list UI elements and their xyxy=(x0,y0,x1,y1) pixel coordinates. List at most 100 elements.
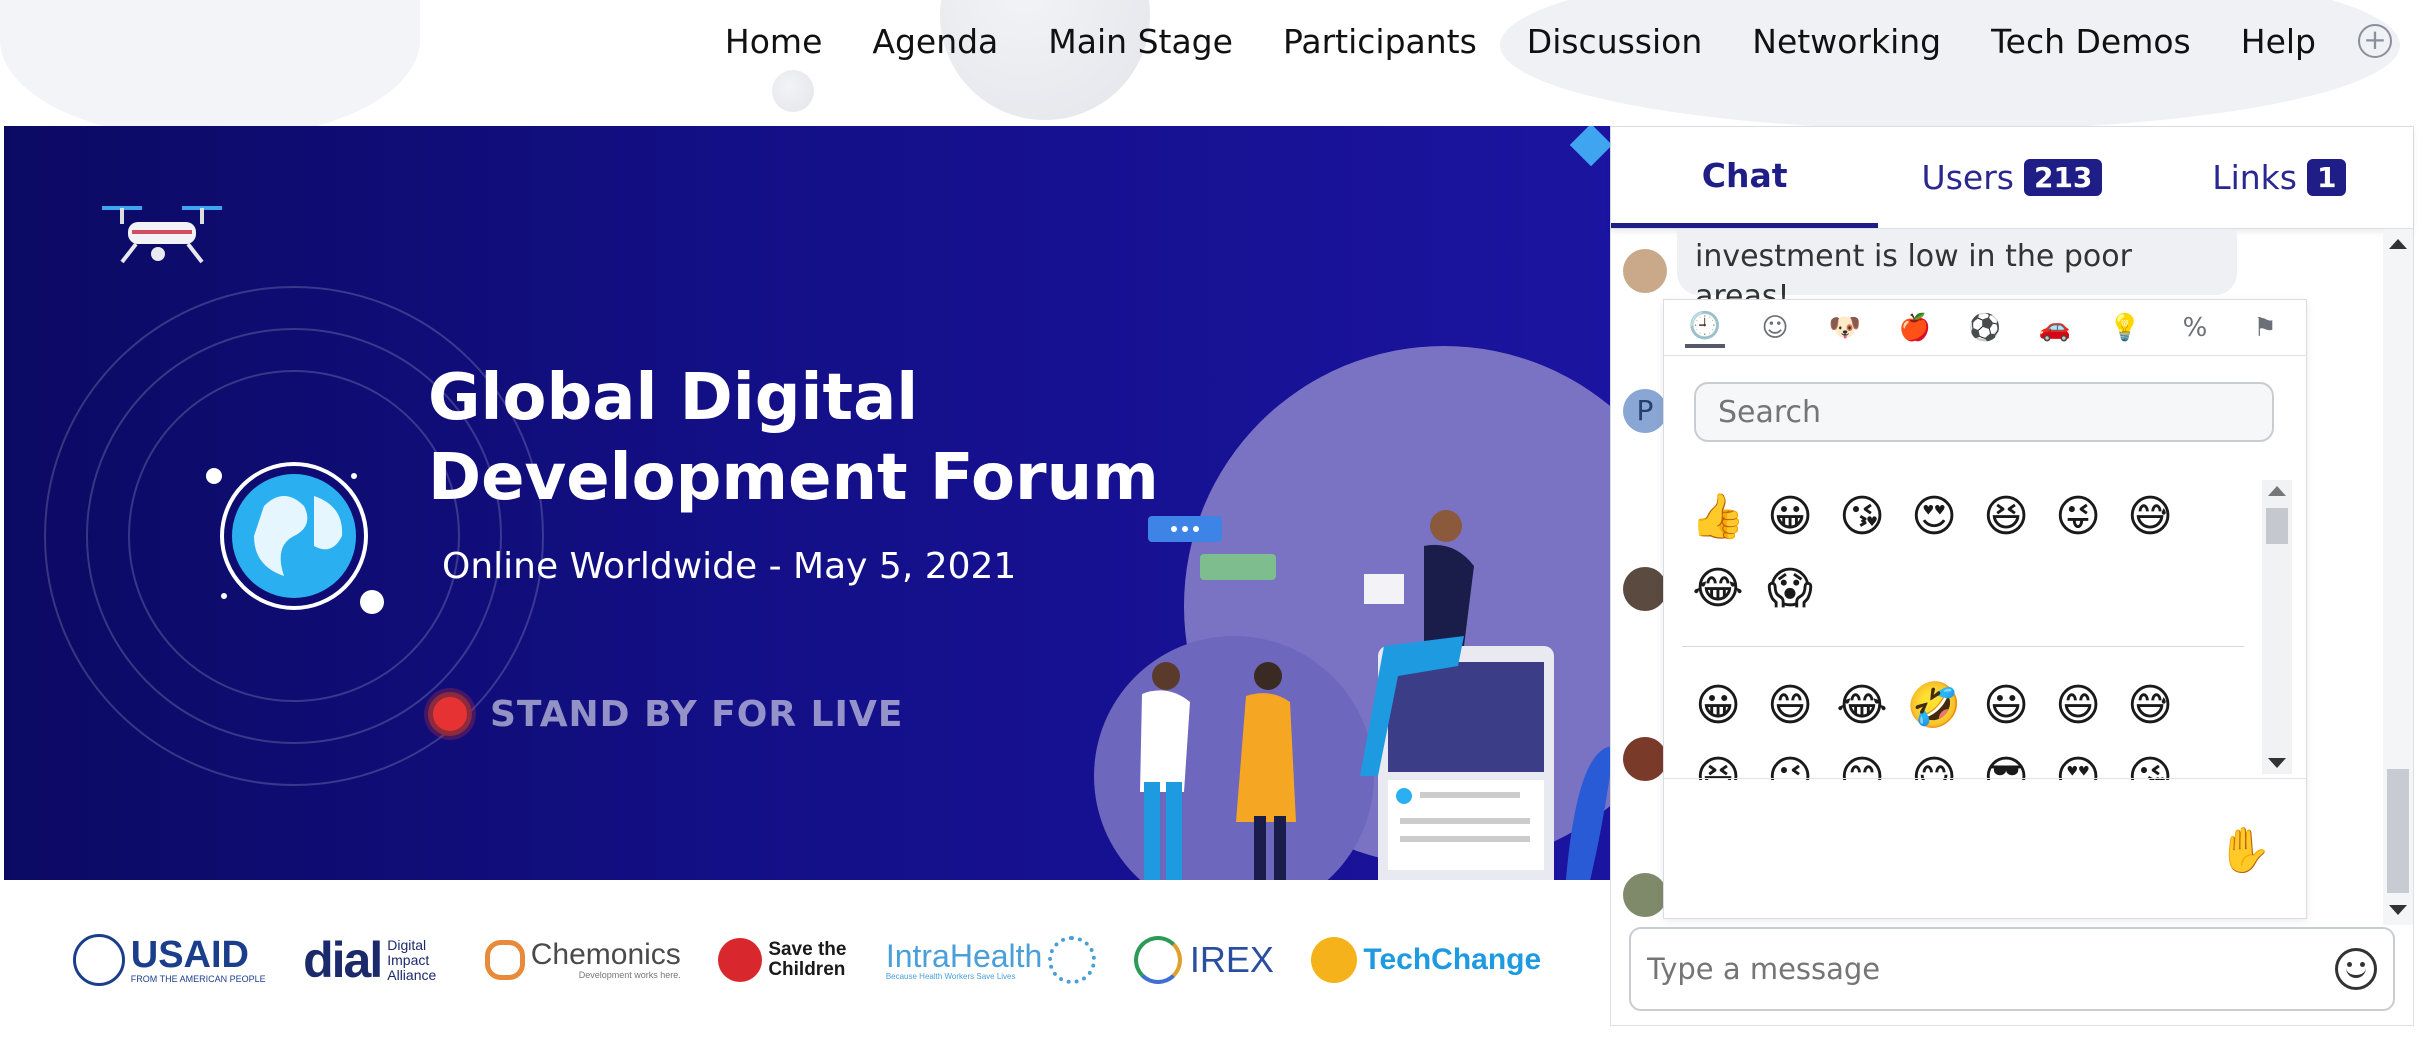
emoji-category-bar: 🕘 ☺ 🐶 🍎 ⚽ 🚗 💡 % ⚑ xyxy=(1664,300,2306,356)
emoji[interactable]: 😍 xyxy=(1898,491,1970,542)
emoji[interactable]: 🤣 xyxy=(1898,679,1970,731)
avatar[interactable] xyxy=(1623,737,1667,781)
emoji[interactable]: 😍 xyxy=(2042,752,2114,781)
live-status-text: STAND BY FOR LIVE xyxy=(490,693,904,735)
emoji[interactable]: 😋 xyxy=(1898,752,1970,781)
emoji-picker: 🕘 ☺ 🐶 🍎 ⚽ 🚗 💡 % ⚑ 👍 😀 😘 😍 😆 😜 😅 😂 xyxy=(1663,299,2307,919)
sponsor-name: dial xyxy=(303,932,383,988)
nav-main-stage[interactable]: Main Stage xyxy=(1048,22,1233,61)
emoji[interactable]: 😆 xyxy=(1682,752,1754,781)
emoji[interactable]: 😅 xyxy=(2114,491,2186,542)
decorative-diamond xyxy=(1569,126,1610,167)
emoji-divider xyxy=(1682,646,2244,647)
emoji[interactable]: 😱 xyxy=(1754,563,1826,614)
emoji[interactable]: 😂 xyxy=(1826,680,1898,731)
flags-icon[interactable]: ⚑ xyxy=(2245,308,2285,348)
nav-help[interactable]: Help xyxy=(2241,22,2316,61)
emoji[interactable]: 👍 xyxy=(1682,490,1754,542)
emoji[interactable]: 😉 xyxy=(1754,752,1826,781)
hand-emoji[interactable]: ✋ xyxy=(2217,824,2272,876)
sponsor-tagline: Digital Impact Alliance xyxy=(387,936,437,983)
travel-icon[interactable]: 🚗 xyxy=(2035,308,2075,348)
usaid-seal-icon xyxy=(72,934,125,986)
sponsor-name: Save the Children xyxy=(768,939,847,980)
intrahealth-star-icon xyxy=(1048,936,1097,984)
sponsor-name: TechChange xyxy=(1363,943,1542,976)
sponsor-tagline: FROM THE AMERICAN PEOPLE xyxy=(130,974,266,984)
chat-scrollbar[interactable] xyxy=(2383,229,2413,925)
chemonics-logo-icon xyxy=(484,940,525,980)
scroll-down-icon[interactable] xyxy=(2389,905,2407,915)
emoji-button-icon[interactable] xyxy=(2335,948,2377,990)
sponsor-tagline: Development works here. xyxy=(578,970,681,980)
sponsor-name: Chemonics xyxy=(530,938,681,971)
message-input[interactable] xyxy=(1647,952,2335,986)
scrollbar-thumb[interactable] xyxy=(2266,508,2288,544)
avatar[interactable] xyxy=(1623,567,1667,611)
sponsor-techchange: TechChange xyxy=(1311,937,1541,983)
globe-icon xyxy=(206,462,384,614)
sponsor-name: IntraHealth xyxy=(885,937,1043,974)
tab-label: Links xyxy=(2212,158,2297,197)
emoji-scrollbar[interactable] xyxy=(2262,480,2292,774)
emoji[interactable]: 😂 xyxy=(1682,563,1754,614)
emoji[interactable]: 😎 xyxy=(1970,752,2042,781)
sponsor-intrahealth: IntraHealth Because Health Workers Save … xyxy=(886,936,1097,984)
emoji-row: 😆 😉 😊 😋 😎 😍 😘 xyxy=(1682,741,2258,781)
scroll-down-icon[interactable] xyxy=(2268,758,2286,768)
sponsor-name: USAID xyxy=(130,934,249,976)
sponsor-chemonics: Chemonics Development works here. xyxy=(484,938,681,980)
nav-home[interactable]: Home xyxy=(725,22,822,61)
live-indicator: STAND BY FOR LIVE xyxy=(428,692,903,736)
objects-icon[interactable]: 💡 xyxy=(2105,308,2145,348)
recent-icon[interactable]: 🕘 xyxy=(1685,308,1725,348)
emoji[interactable]: 😅 xyxy=(2114,680,2186,731)
emoji[interactable]: 😜 xyxy=(2042,491,2114,542)
message-input-box xyxy=(1629,927,2395,1011)
people-illustration xyxy=(1094,346,1610,880)
tab-label: Users xyxy=(1921,158,2014,197)
food-icon[interactable]: 🍎 xyxy=(1895,308,1935,348)
irex-logo-icon xyxy=(1133,936,1182,984)
plus-circle-icon[interactable]: + xyxy=(2358,24,2392,58)
tab-users[interactable]: Users 213 xyxy=(1878,127,2145,228)
emoji-row: 😂 😱 xyxy=(1682,552,2258,624)
nav-tech-demos[interactable]: Tech Demos xyxy=(1991,22,2191,61)
sponsor-irex: IREX xyxy=(1133,936,1274,984)
tab-chat[interactable]: Chat xyxy=(1611,127,1879,228)
emoji[interactable]: 😃 xyxy=(1970,680,2042,731)
emoji[interactable]: 😘 xyxy=(1826,491,1898,542)
emoji[interactable]: 😀 xyxy=(1682,680,1754,731)
smiley-mouth xyxy=(2346,967,2366,978)
avatar[interactable]: P xyxy=(1623,389,1667,433)
tab-links[interactable]: Links 1 xyxy=(2146,127,2413,228)
smiley-icon[interactable]: ☺ xyxy=(1755,308,1795,348)
emoji-grid: 👍 😀 😘 😍 😆 😜 😅 😂 😱 😀 😄 😂 🤣 😃 😄 😅 😆 😉 😊 😋 … xyxy=(1682,480,2258,780)
tab-label: Chat xyxy=(1701,155,1788,195)
drone-icon xyxy=(102,206,222,264)
top-navigation: Home Agenda Main Stage Participants Disc… xyxy=(0,0,2432,82)
avatar[interactable] xyxy=(1623,873,1667,917)
emoji[interactable]: 😘 xyxy=(2114,752,2186,781)
emoji[interactable]: 😊 xyxy=(1826,752,1898,781)
nav-participants[interactable]: Participants xyxy=(1283,22,1477,61)
nav-discussion[interactable]: Discussion xyxy=(1527,22,1703,61)
emoji[interactable]: 😀 xyxy=(1754,491,1826,542)
emoji-search-input[interactable] xyxy=(1694,382,2274,442)
animal-icon[interactable]: 🐶 xyxy=(1825,308,1865,348)
nav-networking[interactable]: Networking xyxy=(1752,22,1941,61)
emoji-picker-footer: ✋ xyxy=(1664,778,2306,918)
activity-icon[interactable]: ⚽ xyxy=(1965,308,2005,348)
hero-banner: Global Digital Development Forum Online … xyxy=(4,126,1610,880)
emoji[interactable]: 😄 xyxy=(1754,680,1826,731)
emoji[interactable]: 😆 xyxy=(1970,491,2042,542)
avatar[interactable] xyxy=(1623,249,1667,293)
scroll-up-icon[interactable] xyxy=(2268,486,2286,496)
scroll-up-icon[interactable] xyxy=(2389,239,2407,249)
sponsor-name: IREX xyxy=(1189,939,1274,980)
symbols-icon[interactable]: % xyxy=(2175,308,2215,348)
nav-agenda[interactable]: Agenda xyxy=(872,22,998,61)
scrollbar-thumb[interactable] xyxy=(2387,769,2409,893)
hero-subtitle: Online Worldwide - May 5, 2021 xyxy=(442,546,1017,587)
emoji[interactable]: 😄 xyxy=(2042,680,2114,731)
